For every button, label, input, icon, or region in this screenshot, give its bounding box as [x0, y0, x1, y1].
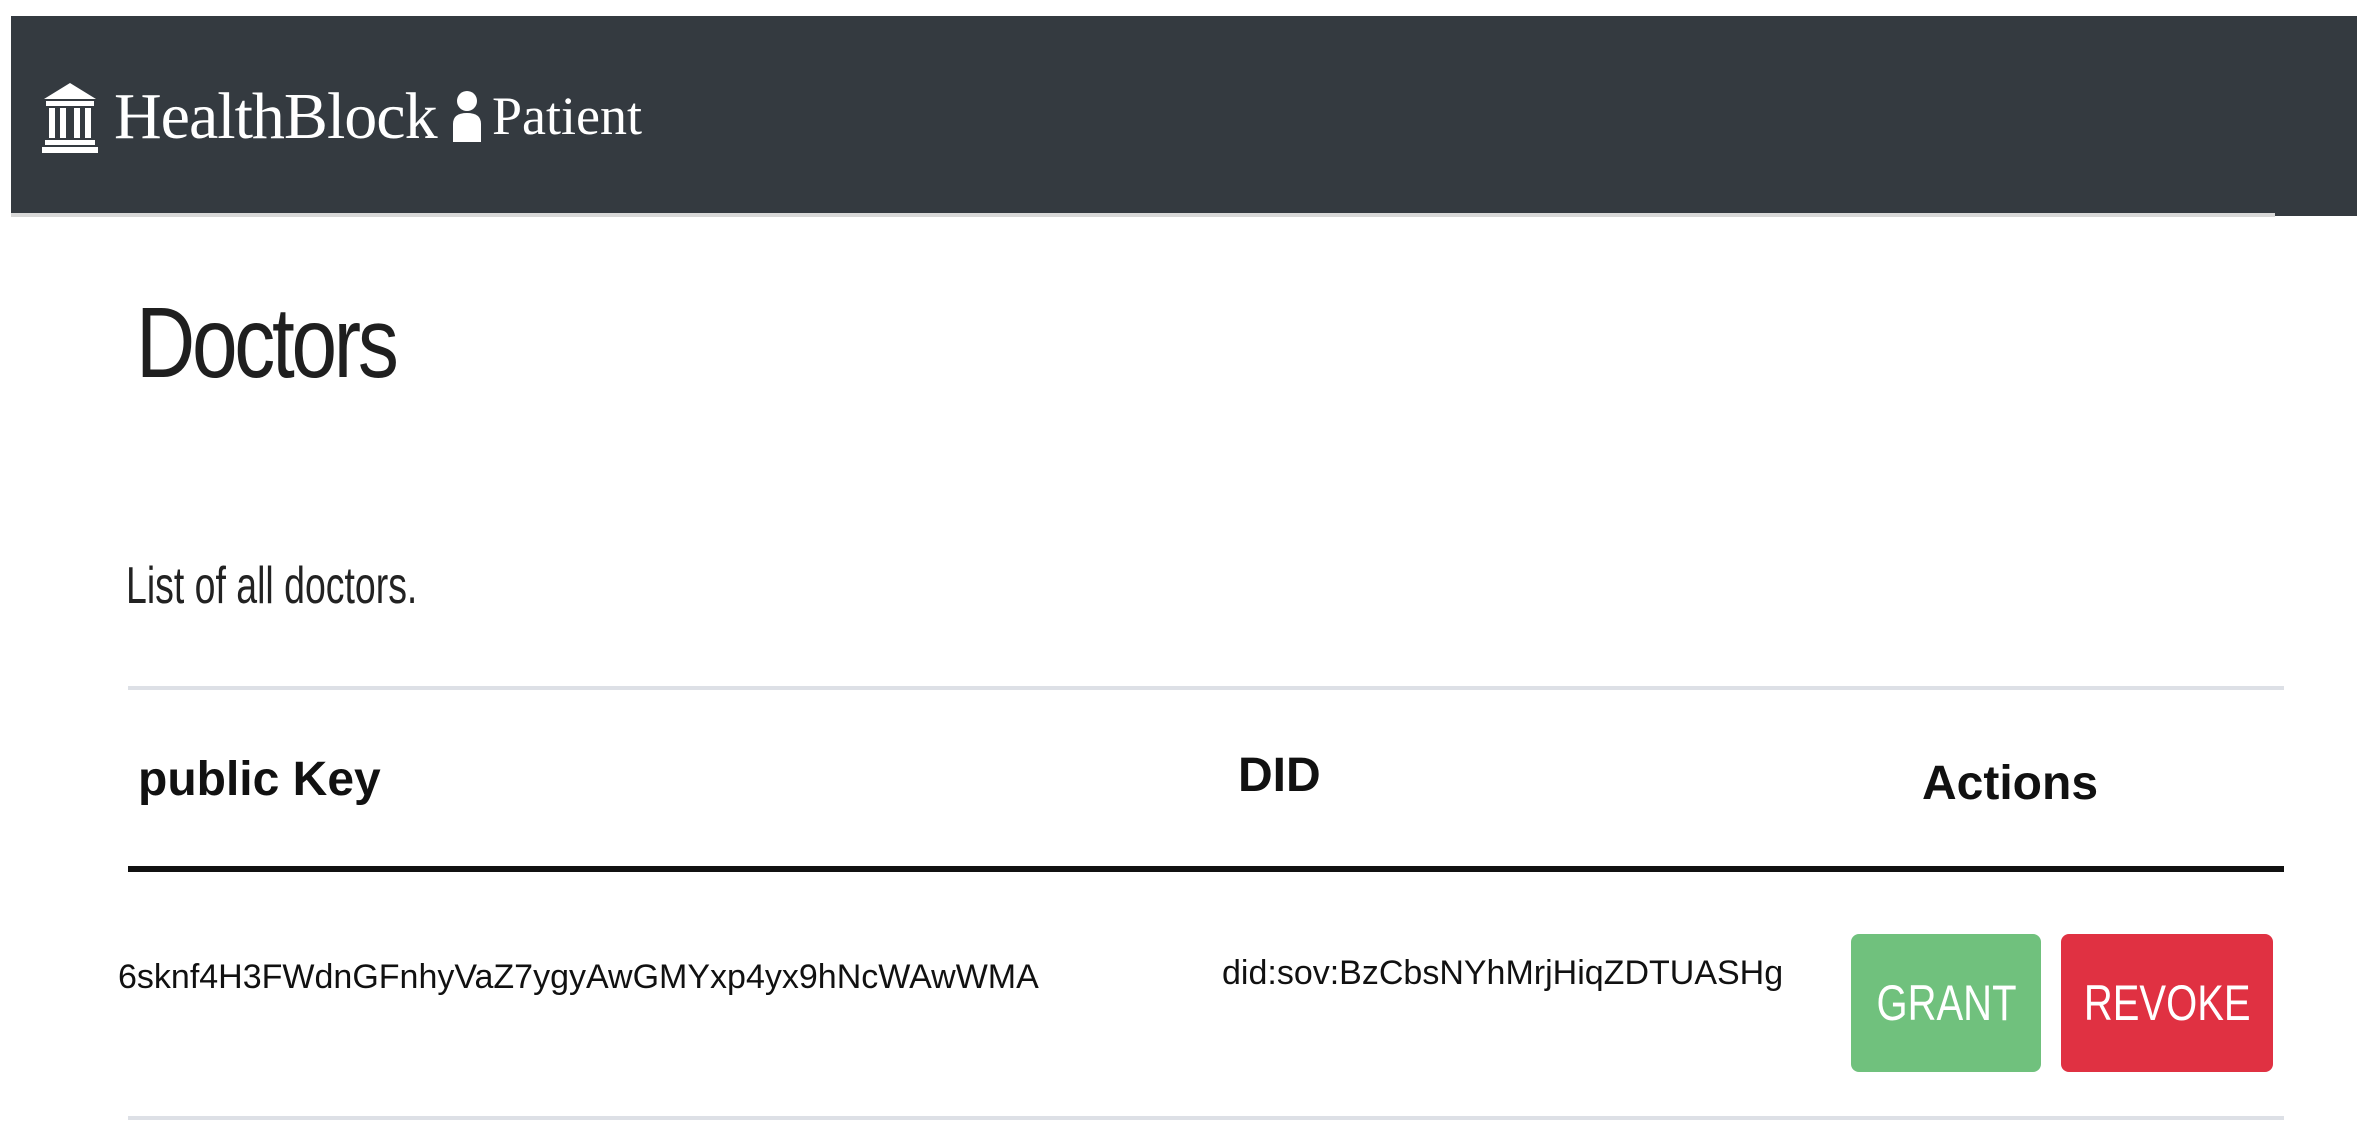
page-lead: List of all doctors. — [126, 557, 418, 615]
table-top-border — [128, 686, 2284, 690]
revoke-button[interactable]: REVOKE — [2061, 934, 2273, 1072]
navbar-shadow — [11, 213, 2275, 217]
brand-name: HealthBlock — [114, 80, 438, 153]
nav-link-patient[interactable]: Patient — [452, 80, 642, 152]
grant-button-label: GRANT — [1876, 975, 2016, 1031]
column-header-public-key: public Key — [138, 753, 381, 806]
cell-did: did:sov:BzCbsNYhMrjHiqZDTUASHg — [1222, 954, 1784, 992]
brand-link[interactable]: HealthBlock — [42, 72, 438, 162]
column-header-did: DID — [1238, 749, 1321, 802]
table-header-border — [128, 866, 2284, 872]
table-bottom-border — [128, 1116, 2284, 1120]
grant-button[interactable]: GRANT — [1851, 934, 2041, 1072]
page-title: Doctors — [136, 287, 399, 399]
page: HealthBlock Patient Doctors List of all … — [0, 0, 2368, 1135]
revoke-button-label: REVOKE — [2083, 975, 2251, 1031]
nav-link-label: Patient — [492, 86, 642, 146]
cell-public-key: 6sknf4H3FWdnGFnhyVaZ7ygyAwGMYxp4yx9hNcWA… — [118, 958, 1039, 996]
bank-icon — [42, 83, 98, 153]
user-icon — [453, 91, 481, 142]
column-header-actions: Actions — [1922, 757, 2099, 810]
